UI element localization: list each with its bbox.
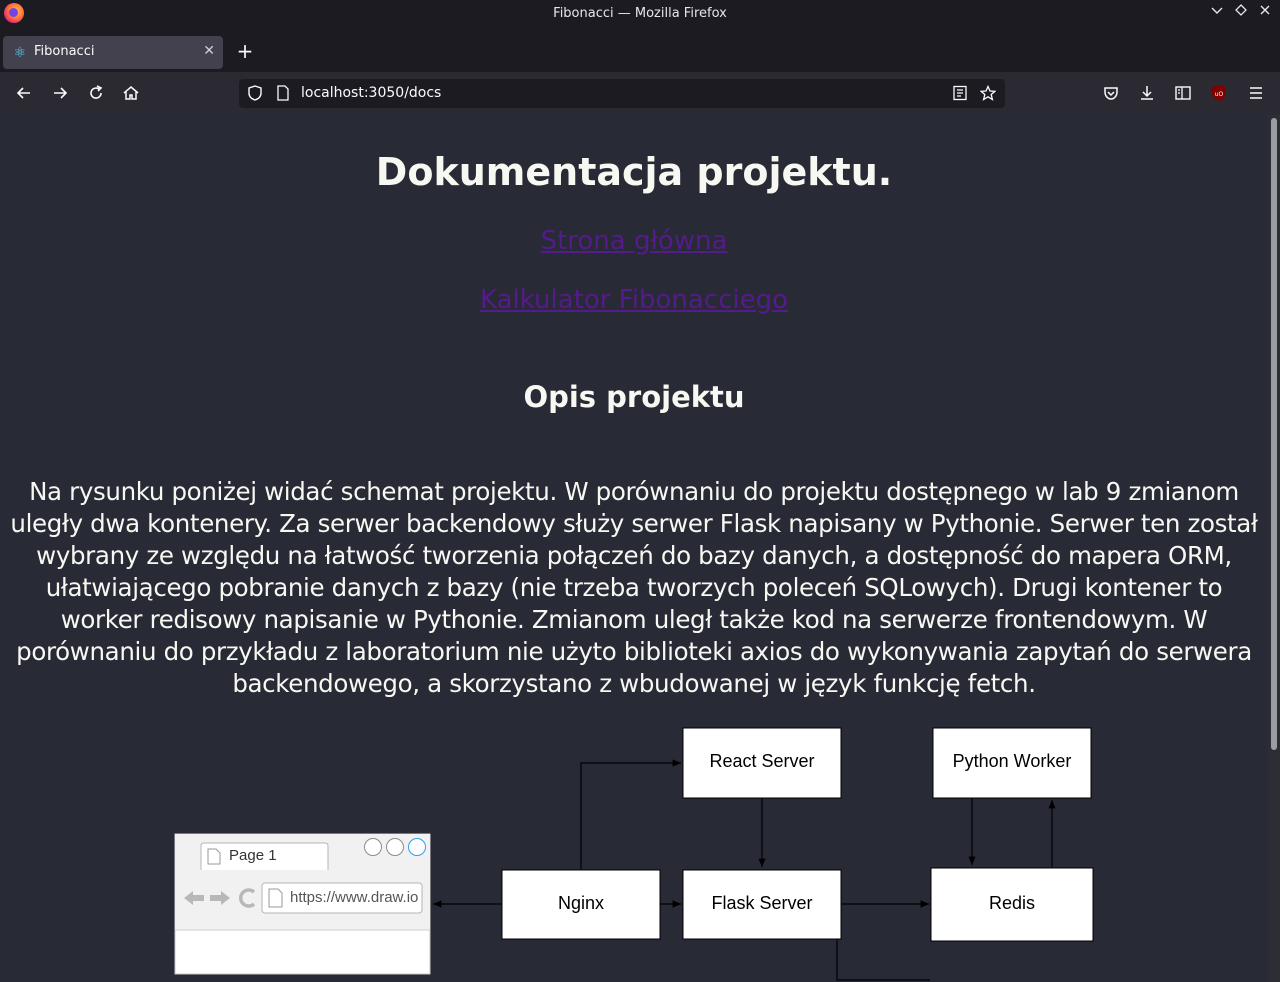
scrollbar-thumb[interactable]	[1271, 118, 1277, 750]
menu-icon	[1250, 87, 1262, 99]
browser-mock-circle-3	[408, 838, 426, 856]
tab-label: Fibonacci	[34, 44, 95, 59]
page-content: Dokumentacja projektu. Strona główna Kal…	[0, 114, 1268, 982]
reload-button[interactable]	[85, 82, 107, 104]
browser-mock-url: https://www.draw.io	[290, 889, 418, 906]
maximize-icon[interactable]	[1232, 4, 1250, 22]
ublock-button[interactable]: uO	[1208, 82, 1230, 104]
edge-nginx-react	[580, 759, 681, 869]
ublock-icon: uO	[1212, 85, 1226, 101]
link-fibonacci-calculator[interactable]: Kalkulator Fibonacciego	[480, 285, 788, 315]
page-title: Dokumentacja projektu.	[375, 150, 893, 194]
node-redis-label: Redis	[989, 893, 1035, 913]
edge-flask-down	[836, 939, 930, 981]
tab-fibonacci[interactable]: ⚛ Fibonacci ✕	[3, 36, 223, 69]
node-flask-server: Flask Server	[682, 869, 842, 940]
node-redis: Redis	[930, 867, 1094, 942]
close-window-icon[interactable]	[1256, 4, 1274, 22]
bookmark-star-icon[interactable]	[979, 84, 997, 102]
forward-icon	[54, 87, 68, 99]
reload-icon	[90, 85, 103, 99]
node-react-label: React Server	[709, 751, 814, 771]
project-description: Na rysunku poniżej widać schemat projekt…	[10, 477, 1258, 698]
reader-view-icon[interactable]	[951, 84, 969, 102]
download-icon	[1141, 86, 1153, 100]
window-title: Fibonacci — Mozilla Firefox	[553, 6, 727, 21]
node-nginx: Nginx	[501, 869, 661, 940]
url-text[interactable]: localhost:3050/docs	[301, 85, 441, 101]
page-icon[interactable]	[274, 84, 292, 102]
tab-close-icon[interactable]: ✕	[203, 43, 215, 59]
window-titlebar: Fibonacci — Mozilla Firefox	[0, 0, 1280, 28]
node-flask-label: Flask Server	[711, 893, 812, 913]
react-favicon-icon: ⚛	[13, 45, 27, 61]
back-button[interactable]	[13, 82, 35, 104]
sidebar-icon	[1175, 86, 1191, 100]
app-menu-button[interactable]	[1245, 82, 1267, 104]
home-icon	[123, 86, 139, 100]
forward-button[interactable]	[49, 82, 71, 104]
node-python-worker: Python Worker	[932, 727, 1092, 799]
nav-link-home-wrapper: Strona główna	[0, 226, 1268, 256]
node-react-server: React Server	[682, 727, 842, 799]
downloads-button[interactable]	[1136, 82, 1158, 104]
browser-mock-tab-label: Page 1	[229, 847, 277, 864]
pocket-button[interactable]	[1100, 82, 1122, 104]
svg-text:uO: uO	[1215, 91, 1224, 98]
nav-link-calculator-wrapper: Kalkulator Fibonacciego	[0, 285, 1268, 315]
browser-mock: Page 1 https://www.draw.io	[174, 833, 431, 975]
browser-mock-circle-2	[386, 838, 404, 856]
new-tab-button[interactable]: +	[234, 40, 256, 62]
browser-mock-circle-1	[364, 838, 382, 856]
url-bar[interactable]: localhost:3050/docs	[239, 79, 1005, 108]
back-icon	[16, 87, 30, 99]
minimize-icon[interactable]	[1208, 4, 1226, 22]
sidebar-button[interactable]	[1172, 82, 1194, 104]
section-title: Opis projektu	[523, 380, 745, 414]
home-button[interactable]	[120, 82, 142, 104]
node-nginx-label: Nginx	[558, 893, 604, 913]
browser-mock-page-icon	[207, 848, 221, 865]
shield-icon[interactable]	[246, 84, 264, 102]
link-home[interactable]: Strona główna	[541, 226, 728, 256]
pocket-icon	[1104, 87, 1118, 100]
node-python-worker-label: Python Worker	[953, 751, 1072, 771]
